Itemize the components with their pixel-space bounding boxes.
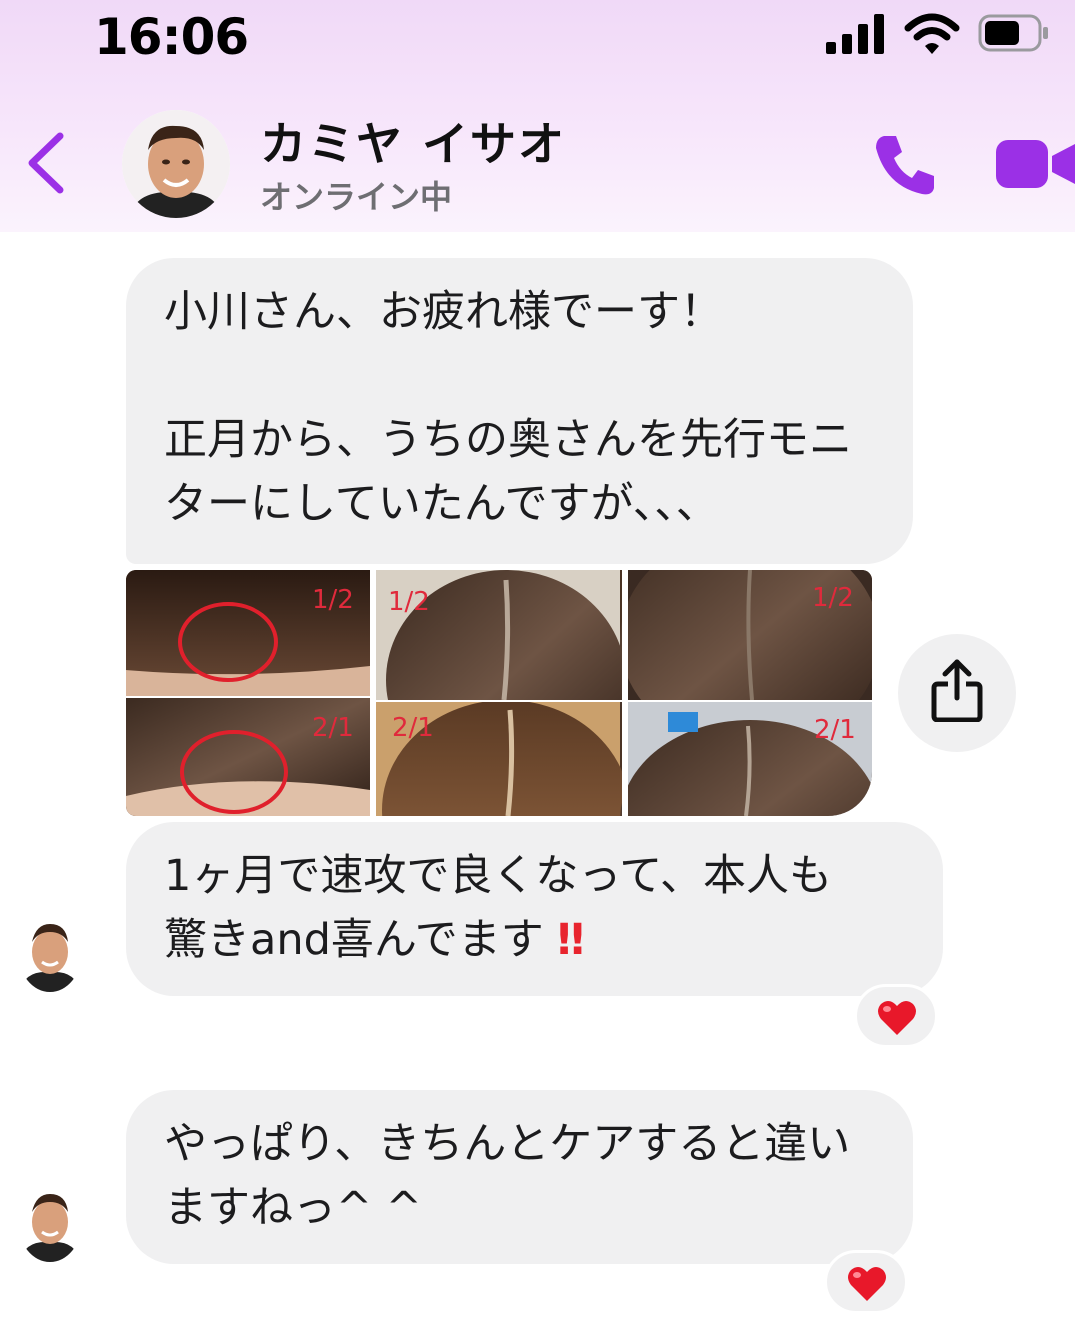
video-camera-icon[interactable] — [994, 136, 1075, 192]
sender-avatar[interactable] — [18, 912, 82, 992]
phone-icon[interactable] — [870, 128, 942, 200]
photo-date-label: 1/2 — [812, 583, 854, 613]
sender-avatar[interactable] — [18, 1182, 82, 1262]
heart-reaction[interactable] — [824, 1250, 908, 1314]
chat-header: 16:06 カミヤ イサオ オンライン中 — [0, 0, 1075, 232]
share-button[interactable] — [898, 634, 1016, 752]
photo-date-label: 1/2 — [312, 585, 354, 615]
photo-date-label: 2/1 — [312, 713, 354, 743]
share-icon — [931, 659, 983, 722]
status-time: 16:06 — [94, 8, 249, 66]
photo-date-label: 2/1 — [392, 713, 434, 743]
wifi-icon — [904, 13, 960, 54]
incoming-message[interactable]: 1ヶ月で速攻で良くなって、本人も 驚きand喜んでます ‼ — [126, 822, 943, 996]
heart-icon — [848, 1266, 886, 1301]
contact-avatar[interactable] — [122, 110, 230, 218]
photo-date-label: 1/2 — [388, 587, 430, 617]
online-status: オンライン中 — [260, 178, 453, 216]
heart-icon — [878, 1000, 916, 1035]
message-text: 1ヶ月で速攻で良くなって、本人も 驚きand喜んでます — [164, 851, 833, 965]
incoming-message[interactable]: やっぱり、きちんとケアすると違いますねっ^ ^ — [126, 1090, 913, 1264]
shared-photo[interactable]: 1/2 1/2 1/2 2/1 2/1 2/1 — [126, 570, 872, 816]
heart-reaction[interactable] — [854, 984, 938, 1048]
back-chevron-icon[interactable] — [22, 130, 68, 196]
incoming-message[interactable]: 小川さん、お疲れ様でーす！ 正月から、うちの奥さんを先行モニターにしていたんです… — [126, 258, 913, 564]
battery-icon — [978, 14, 1048, 52]
double-exclamation-emoji: ‼ — [557, 915, 584, 965]
cellular-signal-icon — [826, 14, 884, 54]
photo-date-label: 2/1 — [814, 715, 856, 745]
contact-name[interactable]: カミヤ イサオ — [260, 108, 566, 174]
